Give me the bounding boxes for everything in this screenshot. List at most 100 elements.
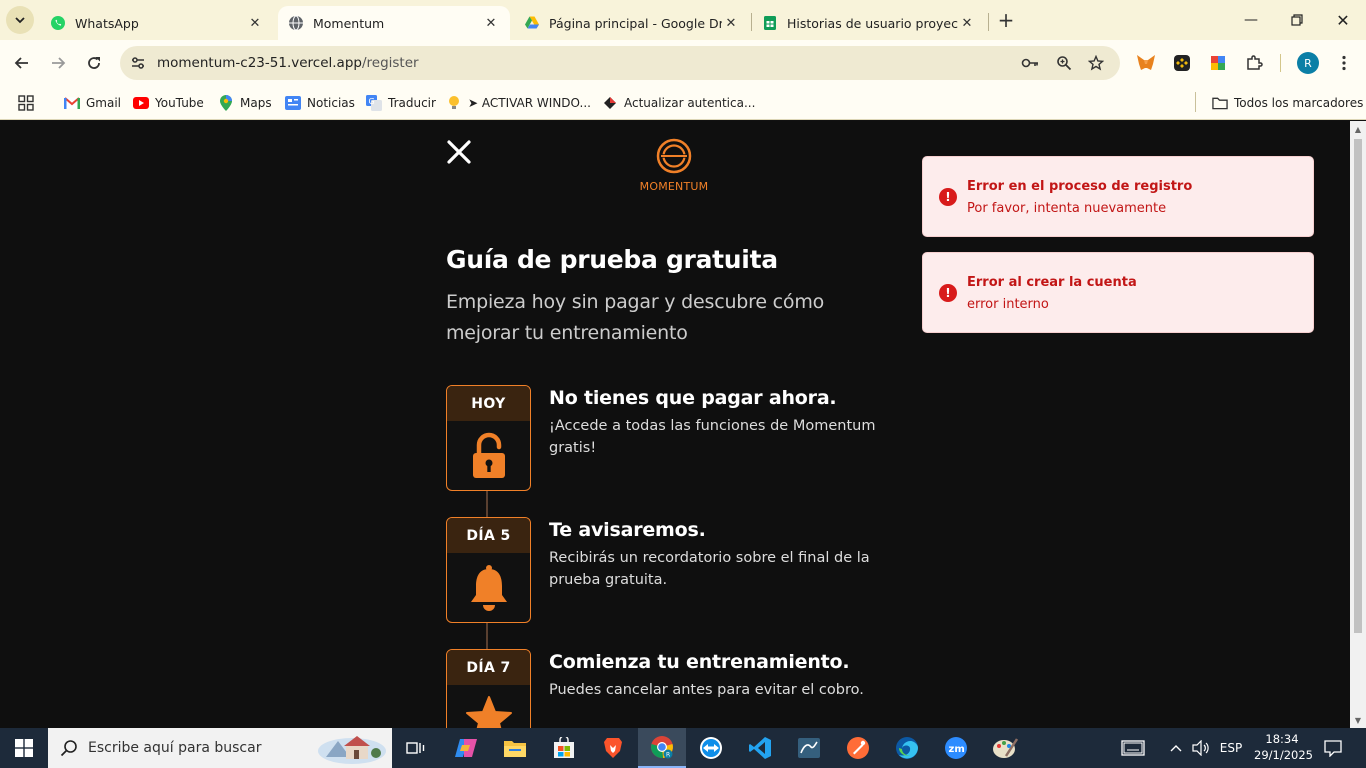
colorful-extension-icon[interactable]: [1207, 52, 1229, 74]
google-drive-icon: [524, 15, 540, 31]
zoom-app-icon: zm: [945, 737, 967, 759]
search-highlight-illustration: [318, 736, 386, 764]
all-bookmarks-label: Todos los marcadores: [1234, 96, 1364, 110]
tab-search-button[interactable]: [6, 6, 34, 34]
close-tab-icon[interactable]: ✕: [958, 14, 976, 32]
edge-icon: [896, 737, 918, 759]
taskbar-clock[interactable]: 18:34 29/1/2025: [1254, 731, 1313, 763]
close-button[interactable]: [446, 139, 474, 167]
close-tab-icon[interactable]: ✕: [482, 14, 500, 32]
news-icon: [285, 95, 301, 111]
taskbar-mysql-workbench[interactable]: [785, 728, 833, 768]
taskbar-postman[interactable]: [834, 728, 882, 768]
svg-text:G: G: [369, 97, 375, 106]
register-page: MOMENTUM Guía de prueba gratuita Empieza…: [0, 121, 1350, 728]
address-bar[interactable]: momentum-c23-51.vercel.app/register: [120, 46, 1120, 80]
momentum-logo-icon: [656, 138, 692, 174]
scrollbar-thumb[interactable]: [1354, 139, 1362, 633]
scroll-down-arrow-icon[interactable]: ▼: [1350, 712, 1366, 728]
back-button[interactable]: [8, 49, 36, 77]
step-badge-hoy: HOY: [446, 385, 531, 491]
error-toast-cuenta[interactable]: ! Error al crear la cuenta error interno: [922, 252, 1314, 333]
taskbar-copilot[interactable]: [442, 728, 490, 768]
taskbar-edge[interactable]: [883, 728, 931, 768]
taskbar-file-explorer[interactable]: [491, 728, 539, 768]
bookmark-label: Maps: [240, 96, 272, 110]
step-text: Recibirás un recordatorio sobre el final…: [549, 550, 870, 588]
site-info-icon[interactable]: [128, 53, 148, 73]
taskbar-paint[interactable]: [981, 728, 1029, 768]
zoom-icon[interactable]: [1054, 53, 1074, 73]
youtube-icon: [133, 95, 149, 111]
tab-whatsapp[interactable]: WhatsApp ✕: [40, 6, 274, 40]
tray-language[interactable]: ESP: [1216, 728, 1246, 768]
globe-icon: [288, 15, 304, 31]
bookmark-label: ➤ ACTIVAR WINDO...: [468, 96, 591, 110]
url-text[interactable]: momentum-c23-51.vercel.app/register: [157, 55, 419, 71]
bulb-icon: [446, 95, 462, 111]
tab-historias[interactable]: Historias de usuario proyecto N ✕: [752, 6, 986, 40]
page-scrollbar[interactable]: ▲ ▼: [1350, 121, 1366, 728]
bookmark-gmail[interactable]: Gmail: [64, 92, 121, 114]
bookmark-actualizar[interactable]: Actualizar autentica...: [602, 92, 755, 114]
step-label: DÍA 5: [447, 518, 530, 553]
teamviewer-icon: [700, 737, 722, 759]
plus-icon: +: [997, 8, 1015, 32]
tab-momentum[interactable]: Momentum ✕: [278, 6, 510, 40]
bookmark-label: Noticias: [307, 96, 355, 110]
close-tab-icon[interactable]: ✕: [722, 14, 740, 32]
restore-icon: [1291, 14, 1303, 26]
tab-strip: WhatsApp ✕ Momentum ✕ Página principal -…: [0, 0, 1366, 40]
folder-icon: [1212, 95, 1228, 111]
page-subtitle: Empieza hoy sin pagar y descubre cómo me…: [446, 291, 825, 344]
start-button[interactable]: [0, 728, 48, 768]
new-tab-button[interactable]: +: [995, 8, 1017, 32]
scroll-up-arrow-icon[interactable]: ▲: [1350, 121, 1366, 137]
taskbar-microsoft-store[interactable]: [540, 728, 588, 768]
close-tab-icon[interactable]: ✕: [246, 14, 264, 32]
close-window-button[interactable]: ✕: [1320, 0, 1366, 40]
metamask-icon[interactable]: [1135, 52, 1157, 74]
notification-icon: [1324, 740, 1342, 757]
bookmark-traducir[interactable]: G Traducir: [366, 92, 436, 114]
taskbar-search[interactable]: Escribe aquí para buscar: [48, 728, 392, 768]
diamond-icon: [602, 95, 618, 111]
profile-avatar[interactable]: R: [1297, 52, 1319, 74]
all-bookmarks-button[interactable]: Todos los marcadores: [1212, 92, 1363, 114]
windows-logo-icon: [15, 739, 33, 757]
taskbar-zoom[interactable]: zm: [932, 728, 980, 768]
tab-title: Historias de usuario proyecto N: [787, 15, 958, 31]
taskbar-chrome[interactable]: R: [638, 728, 686, 768]
forward-button[interactable]: [44, 49, 72, 77]
bookmark-noticias[interactable]: Noticias: [285, 92, 355, 114]
task-view-button[interactable]: [392, 728, 440, 768]
tab-divider: [988, 13, 989, 31]
google-sheets-icon: [762, 15, 778, 31]
svg-text:R: R: [666, 752, 670, 759]
tray-notifications[interactable]: [1318, 728, 1348, 768]
binance-wallet-icon[interactable]: [1171, 52, 1193, 74]
bookmark-star-icon[interactable]: [1086, 53, 1106, 73]
page-title: Guía de prueba gratuita: [446, 245, 778, 274]
whatsapp-icon: [50, 15, 66, 31]
reload-button[interactable]: [80, 49, 108, 77]
browser-menu-button[interactable]: [1333, 52, 1355, 74]
search-icon: [60, 740, 77, 757]
bookmark-maps[interactable]: Maps: [218, 92, 272, 114]
step-label: DÍA 7: [447, 650, 530, 685]
bookmark-youtube[interactable]: YouTube: [133, 92, 204, 114]
taskbar-vscode[interactable]: [736, 728, 784, 768]
bookmark-activar-windows[interactable]: ➤ ACTIVAR WINDO...: [446, 92, 591, 114]
tab-google-drive[interactable]: Página principal - Google Drive ✕: [514, 6, 750, 40]
tray-keyboard-layout[interactable]: [1118, 728, 1148, 768]
taskbar-teamviewer[interactable]: [687, 728, 735, 768]
tray-show-hidden-icons[interactable]: [1166, 728, 1186, 768]
tray-volume[interactable]: [1190, 728, 1212, 768]
taskbar-brave[interactable]: [589, 728, 637, 768]
minimize-button[interactable]: —: [1228, 0, 1274, 40]
password-key-icon[interactable]: [1020, 53, 1040, 73]
restore-button[interactable]: [1274, 0, 1320, 40]
error-toast-registro[interactable]: ! Error en el proceso de registro Por fa…: [922, 156, 1314, 237]
extensions-puzzle-icon[interactable]: [1243, 52, 1265, 74]
apps-button[interactable]: [18, 92, 34, 114]
